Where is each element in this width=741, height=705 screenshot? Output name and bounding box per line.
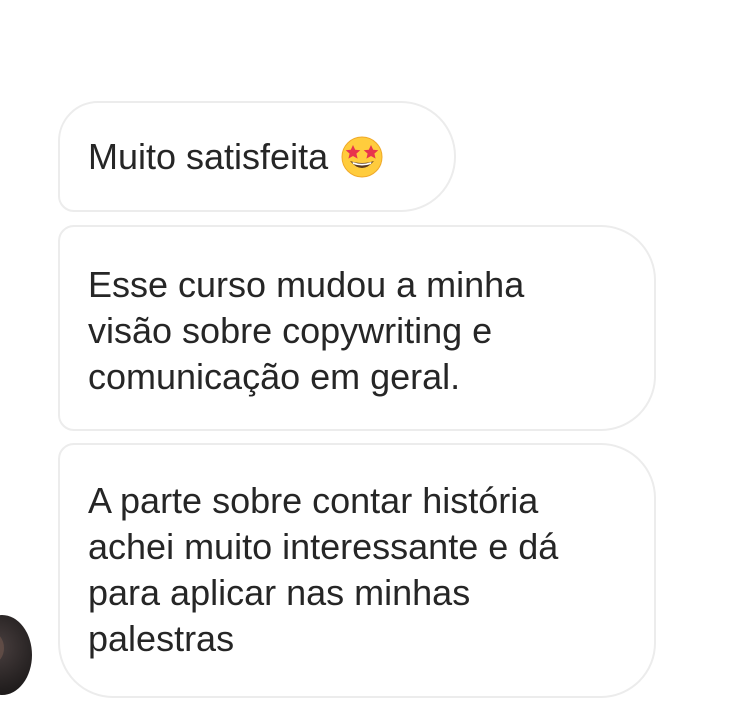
message-bubble-1[interactable]: Muito satisfeita [58, 101, 456, 212]
message-text: Esse curso mudou a minha visão sobre cop… [88, 264, 525, 397]
message-bubble-2[interactable]: Esse curso mudou a minha visão sobre cop… [58, 225, 656, 431]
message-bubble-3[interactable]: A parte sobre contar história achei muit… [58, 443, 656, 698]
avatar[interactable] [0, 615, 32, 695]
avatar-photo [0, 633, 4, 663]
message-text: Muito satisfeita [88, 135, 329, 177]
star-struck-emoji-icon [340, 135, 384, 179]
message-text: A parte sobre contar história achei muit… [88, 480, 559, 659]
